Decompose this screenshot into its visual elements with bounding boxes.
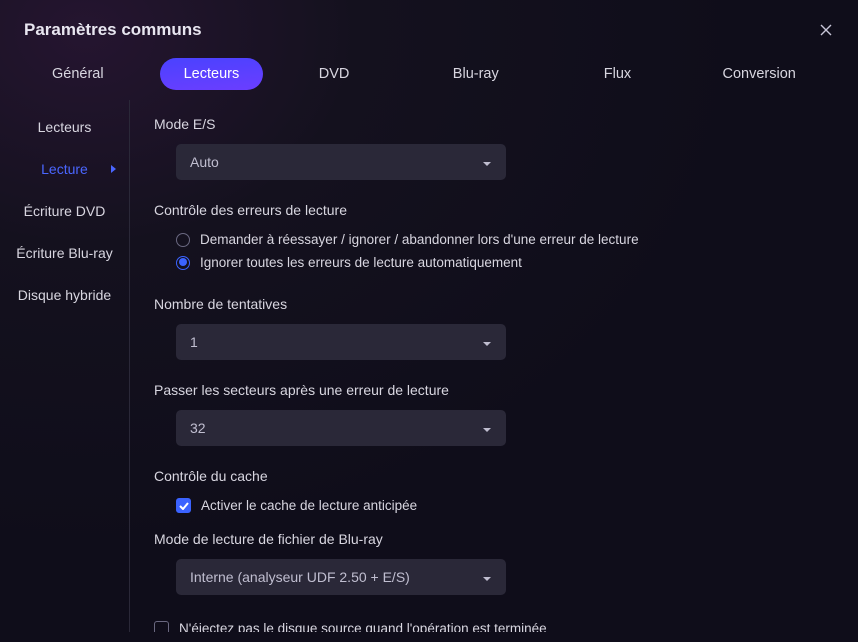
tab-general[interactable]: Général <box>28 58 128 90</box>
bluray-read-mode-section: Mode de lecture de fichier de Blu-ray In… <box>154 531 834 595</box>
sidebar-item-label: Disque hybride <box>18 287 111 303</box>
tab-conversion[interactable]: Conversion <box>688 58 830 90</box>
no-eject-checkbox-row[interactable]: N'éjectez pas le disque source quand l'o… <box>154 617 834 632</box>
cache-section: Contrôle du cache Activer le cache de le… <box>154 468 834 517</box>
tab-flux[interactable]: Flux <box>547 58 689 90</box>
content-panel: Mode E/S Auto Contrôle des erreurs de le… <box>130 100 858 632</box>
enable-cache-checkbox-row[interactable]: Activer le cache de lecture anticipée <box>154 494 834 517</box>
checkbox-label: Activer le cache de lecture anticipée <box>201 498 417 513</box>
retry-value: 1 <box>190 334 198 350</box>
top-tabs: Général Lecteurs DVD Blu-ray Flux Conver… <box>0 58 858 100</box>
skip-select[interactable]: 32 <box>176 410 506 446</box>
sidebar-item-label: Écriture Blu-ray <box>16 245 112 261</box>
checkbox-icon <box>176 498 191 513</box>
checkbox-label: N'éjectez pas le disque source quand l'o… <box>179 621 547 632</box>
radio-ask-retry[interactable]: Demander à réessayer / ignorer / abandon… <box>176 228 834 251</box>
sidebar-item-hybrid[interactable]: Disque hybride <box>0 274 129 316</box>
skip-label: Passer les secteurs après une erreur de … <box>154 382 834 398</box>
io-mode-select[interactable]: Auto <box>176 144 506 180</box>
chevron-down-icon <box>482 334 492 350</box>
skip-section: Passer les secteurs après une erreur de … <box>154 382 834 446</box>
close-button[interactable] <box>818 22 834 38</box>
error-control-section: Contrôle des erreurs de lecture Demander… <box>154 202 834 274</box>
retry-select[interactable]: 1 <box>176 324 506 360</box>
retry-label: Nombre de tentatives <box>154 296 834 312</box>
io-mode-label: Mode E/S <box>154 116 834 132</box>
chevron-down-icon <box>482 420 492 436</box>
bluray-read-mode-select[interactable]: Interne (analyseur UDF 2.50 + E/S) <box>176 559 506 595</box>
skip-value: 32 <box>190 420 206 436</box>
io-mode-section: Mode E/S Auto <box>154 116 834 180</box>
cache-heading: Contrôle du cache <box>154 468 834 484</box>
sidebar-item-drives[interactable]: Lecteurs <box>0 106 129 148</box>
chevron-right-icon <box>110 161 117 177</box>
sidebar-item-dvd-write[interactable]: Écriture DVD <box>0 190 129 232</box>
sidebar: Lecteurs Lecture Écriture DVD Écriture B… <box>0 100 130 632</box>
tab-bluray[interactable]: Blu-ray <box>405 58 547 90</box>
bluray-read-mode-label: Mode de lecture de fichier de Blu-ray <box>154 531 834 547</box>
radio-icon <box>176 233 190 247</box>
window-title: Paramètres communs <box>24 20 202 40</box>
sidebar-item-bluray-write[interactable]: Écriture Blu-ray <box>0 232 129 274</box>
chevron-down-icon <box>482 154 492 170</box>
close-icon <box>819 23 833 37</box>
radio-label: Demander à réessayer / ignorer / abandon… <box>200 232 639 247</box>
chevron-down-icon <box>482 569 492 585</box>
bluray-read-mode-value: Interne (analyseur UDF 2.50 + E/S) <box>190 569 410 585</box>
retry-section: Nombre de tentatives 1 <box>154 296 834 360</box>
sidebar-item-label: Lecteurs <box>38 119 92 135</box>
tab-drives[interactable]: Lecteurs <box>160 58 264 90</box>
radio-ignore-all[interactable]: Ignorer toutes les erreurs de lecture au… <box>176 251 834 274</box>
sidebar-item-label: Lecture <box>41 161 88 177</box>
error-control-heading: Contrôle des erreurs de lecture <box>154 202 834 218</box>
sidebar-item-label: Écriture DVD <box>24 203 106 219</box>
checkbox-icon <box>154 621 169 632</box>
radio-label: Ignorer toutes les erreurs de lecture au… <box>200 255 522 270</box>
io-mode-value: Auto <box>190 154 219 170</box>
main-area: Lecteurs Lecture Écriture DVD Écriture B… <box>0 100 858 632</box>
tab-dvd[interactable]: DVD <box>263 58 405 90</box>
titlebar: Paramètres communs <box>0 0 858 58</box>
sidebar-item-read[interactable]: Lecture <box>0 148 129 190</box>
radio-icon <box>176 256 190 270</box>
